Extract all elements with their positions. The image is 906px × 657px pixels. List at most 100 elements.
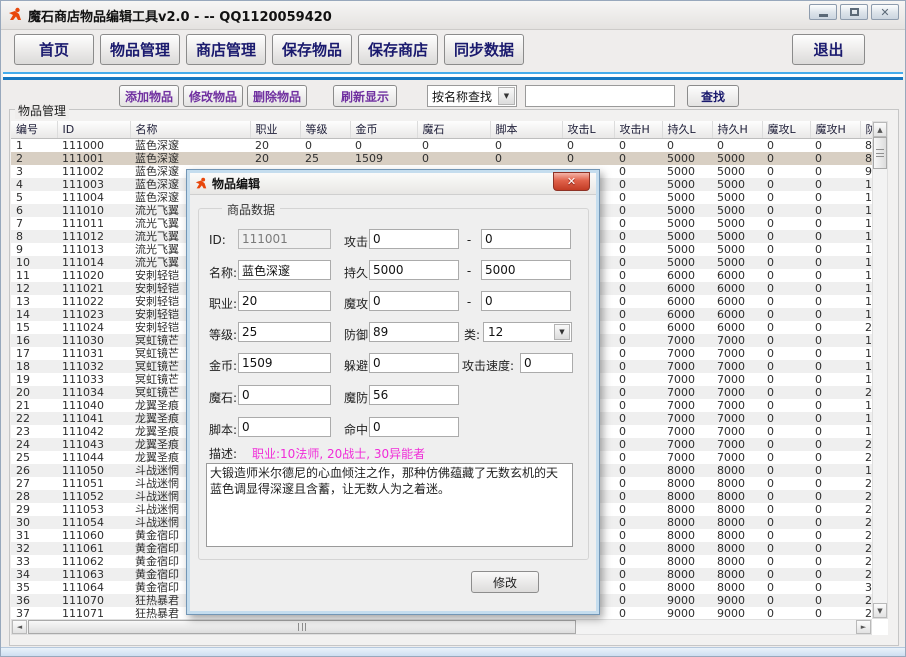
- search-button[interactable]: 查找: [687, 85, 739, 107]
- level-field[interactable]: [238, 322, 331, 342]
- table-cell: 0: [614, 204, 662, 217]
- table-cell: 1: [860, 425, 872, 438]
- horizontal-scrollbar[interactable]: ◄ ►: [11, 619, 872, 635]
- defense-field[interactable]: [369, 322, 459, 342]
- table-cell: 111032: [57, 360, 130, 373]
- nav-home-button[interactable]: 首页: [14, 34, 94, 65]
- table-cell: 111070: [57, 594, 130, 607]
- column-header[interactable]: 魔石: [417, 121, 490, 138]
- column-header[interactable]: 攻击L: [562, 121, 614, 138]
- table-cell: 0: [762, 451, 810, 464]
- column-header[interactable]: 魔攻L: [762, 121, 810, 138]
- refresh-button[interactable]: 刷新显示: [333, 85, 397, 107]
- table-cell: 0: [762, 412, 810, 425]
- dodge-label: 躲避:: [344, 357, 372, 374]
- attack-high-field[interactable]: [481, 229, 571, 249]
- description-textarea[interactable]: 大锻造师米尔德尼的心血倾注之作，那种仿佛蕴藏了无数玄机的天蓝色调显得深邃且含蓄，…: [206, 463, 573, 547]
- table-cell: 0: [762, 490, 810, 503]
- table-cell: 0: [762, 152, 810, 165]
- table-cell: 26: [11, 464, 57, 477]
- nav-sync-data-button[interactable]: 同步数据: [444, 34, 524, 65]
- type-select[interactable]: 12 ▼: [483, 322, 572, 342]
- scroll-down-icon[interactable]: ▼: [873, 603, 887, 618]
- table-cell: 111063: [57, 568, 130, 581]
- vertical-scrollbar[interactable]: ▲ ▼: [872, 121, 888, 619]
- vertical-scroll-thumb[interactable]: [873, 137, 887, 169]
- scroll-right-icon[interactable]: ►: [856, 620, 871, 634]
- column-header[interactable]: 魔攻H: [810, 121, 860, 138]
- table-cell: 111034: [57, 386, 130, 399]
- column-header[interactable]: 持久L: [662, 121, 712, 138]
- dialog-close-button[interactable]: ✕: [553, 172, 590, 191]
- table-cell: 111003: [57, 178, 130, 191]
- table-cell: 1: [860, 243, 872, 256]
- stone-field[interactable]: [238, 385, 331, 405]
- job-field[interactable]: [238, 291, 331, 311]
- table-cell: 5000: [662, 256, 712, 269]
- table-cell: 7000: [712, 438, 762, 451]
- column-header[interactable]: 防御: [860, 121, 872, 138]
- column-header[interactable]: ID: [57, 121, 130, 138]
- table-cell: 0: [762, 425, 810, 438]
- magic-attack-low-field[interactable]: [369, 291, 459, 311]
- hit-field[interactable]: [369, 417, 459, 437]
- exit-button[interactable]: 退出: [792, 34, 865, 65]
- scroll-left-icon[interactable]: ◄: [12, 620, 27, 634]
- maximize-button[interactable]: [840, 4, 868, 20]
- minimize-button[interactable]: [809, 4, 837, 20]
- chevron-down-icon[interactable]: ▼: [498, 87, 515, 105]
- script-field[interactable]: [238, 417, 331, 437]
- column-header[interactable]: 等级: [300, 121, 350, 138]
- edit-item-button[interactable]: 修改物品: [183, 85, 243, 107]
- table-cell: 25: [11, 451, 57, 464]
- add-item-button[interactable]: 添加物品: [119, 85, 179, 107]
- delete-item-button[interactable]: 删除物品: [247, 85, 307, 107]
- durability-high-field[interactable]: [481, 260, 571, 280]
- attack-low-field[interactable]: [369, 229, 459, 249]
- column-header[interactable]: 持久H: [712, 121, 762, 138]
- scroll-up-icon[interactable]: ▲: [873, 122, 887, 137]
- nav-save-items-button[interactable]: 保存物品: [272, 34, 352, 65]
- name-field[interactable]: [238, 260, 331, 280]
- table-cell: 111050: [57, 464, 130, 477]
- gold-field[interactable]: [238, 353, 331, 373]
- table-cell: 111022: [57, 295, 130, 308]
- column-header[interactable]: 编号: [11, 121, 57, 138]
- attack-speed-field[interactable]: [520, 353, 573, 373]
- table-cell: 0: [614, 425, 662, 438]
- thumb-grip: [876, 149, 884, 157]
- search-input[interactable]: [525, 85, 675, 107]
- table-cell: 1: [860, 191, 872, 204]
- table-cell: 0: [762, 256, 810, 269]
- close-button[interactable]: ✕: [871, 4, 899, 20]
- search-mode-select[interactable]: 按名称查找 ▼: [427, 85, 517, 107]
- table-cell: 5000: [662, 152, 712, 165]
- table-row[interactable]: 1111000蓝色深邃2000000000008: [11, 138, 872, 152]
- dodge-field[interactable]: [369, 353, 459, 373]
- column-header[interactable]: 攻击H: [614, 121, 662, 138]
- table-cell: 2: [11, 152, 57, 165]
- table-cell: 0: [762, 373, 810, 386]
- table-cell: 8: [860, 152, 872, 165]
- column-header[interactable]: 脚本: [490, 121, 562, 138]
- column-header[interactable]: 金币: [350, 121, 417, 138]
- nav-shop-management-button[interactable]: 商店管理: [186, 34, 266, 65]
- nav-item-management-button[interactable]: 物品管理: [100, 34, 180, 65]
- table-cell: 0: [614, 347, 662, 360]
- nav-save-shops-button[interactable]: 保存商店: [358, 34, 438, 65]
- horizontal-scroll-thumb[interactable]: [28, 620, 576, 634]
- table-cell: 8000: [712, 464, 762, 477]
- column-header[interactable]: 名称: [130, 121, 250, 138]
- table-cell: 111011: [57, 217, 130, 230]
- chevron-down-icon[interactable]: ▼: [554, 324, 570, 340]
- durability-low-field[interactable]: [369, 260, 459, 280]
- level-label: 等级:: [209, 326, 237, 343]
- magic-attack-high-field[interactable]: [481, 291, 571, 311]
- table-cell: 1: [860, 360, 872, 373]
- table-row[interactable]: 2111001蓝色深邃20251509000050005000008: [11, 152, 872, 165]
- column-header[interactable]: 职业: [250, 121, 300, 138]
- table-cell: 7000: [712, 412, 762, 425]
- modify-button[interactable]: 修改: [471, 571, 539, 593]
- magic-defense-field[interactable]: [369, 385, 459, 405]
- table-cell: 0: [614, 542, 662, 555]
